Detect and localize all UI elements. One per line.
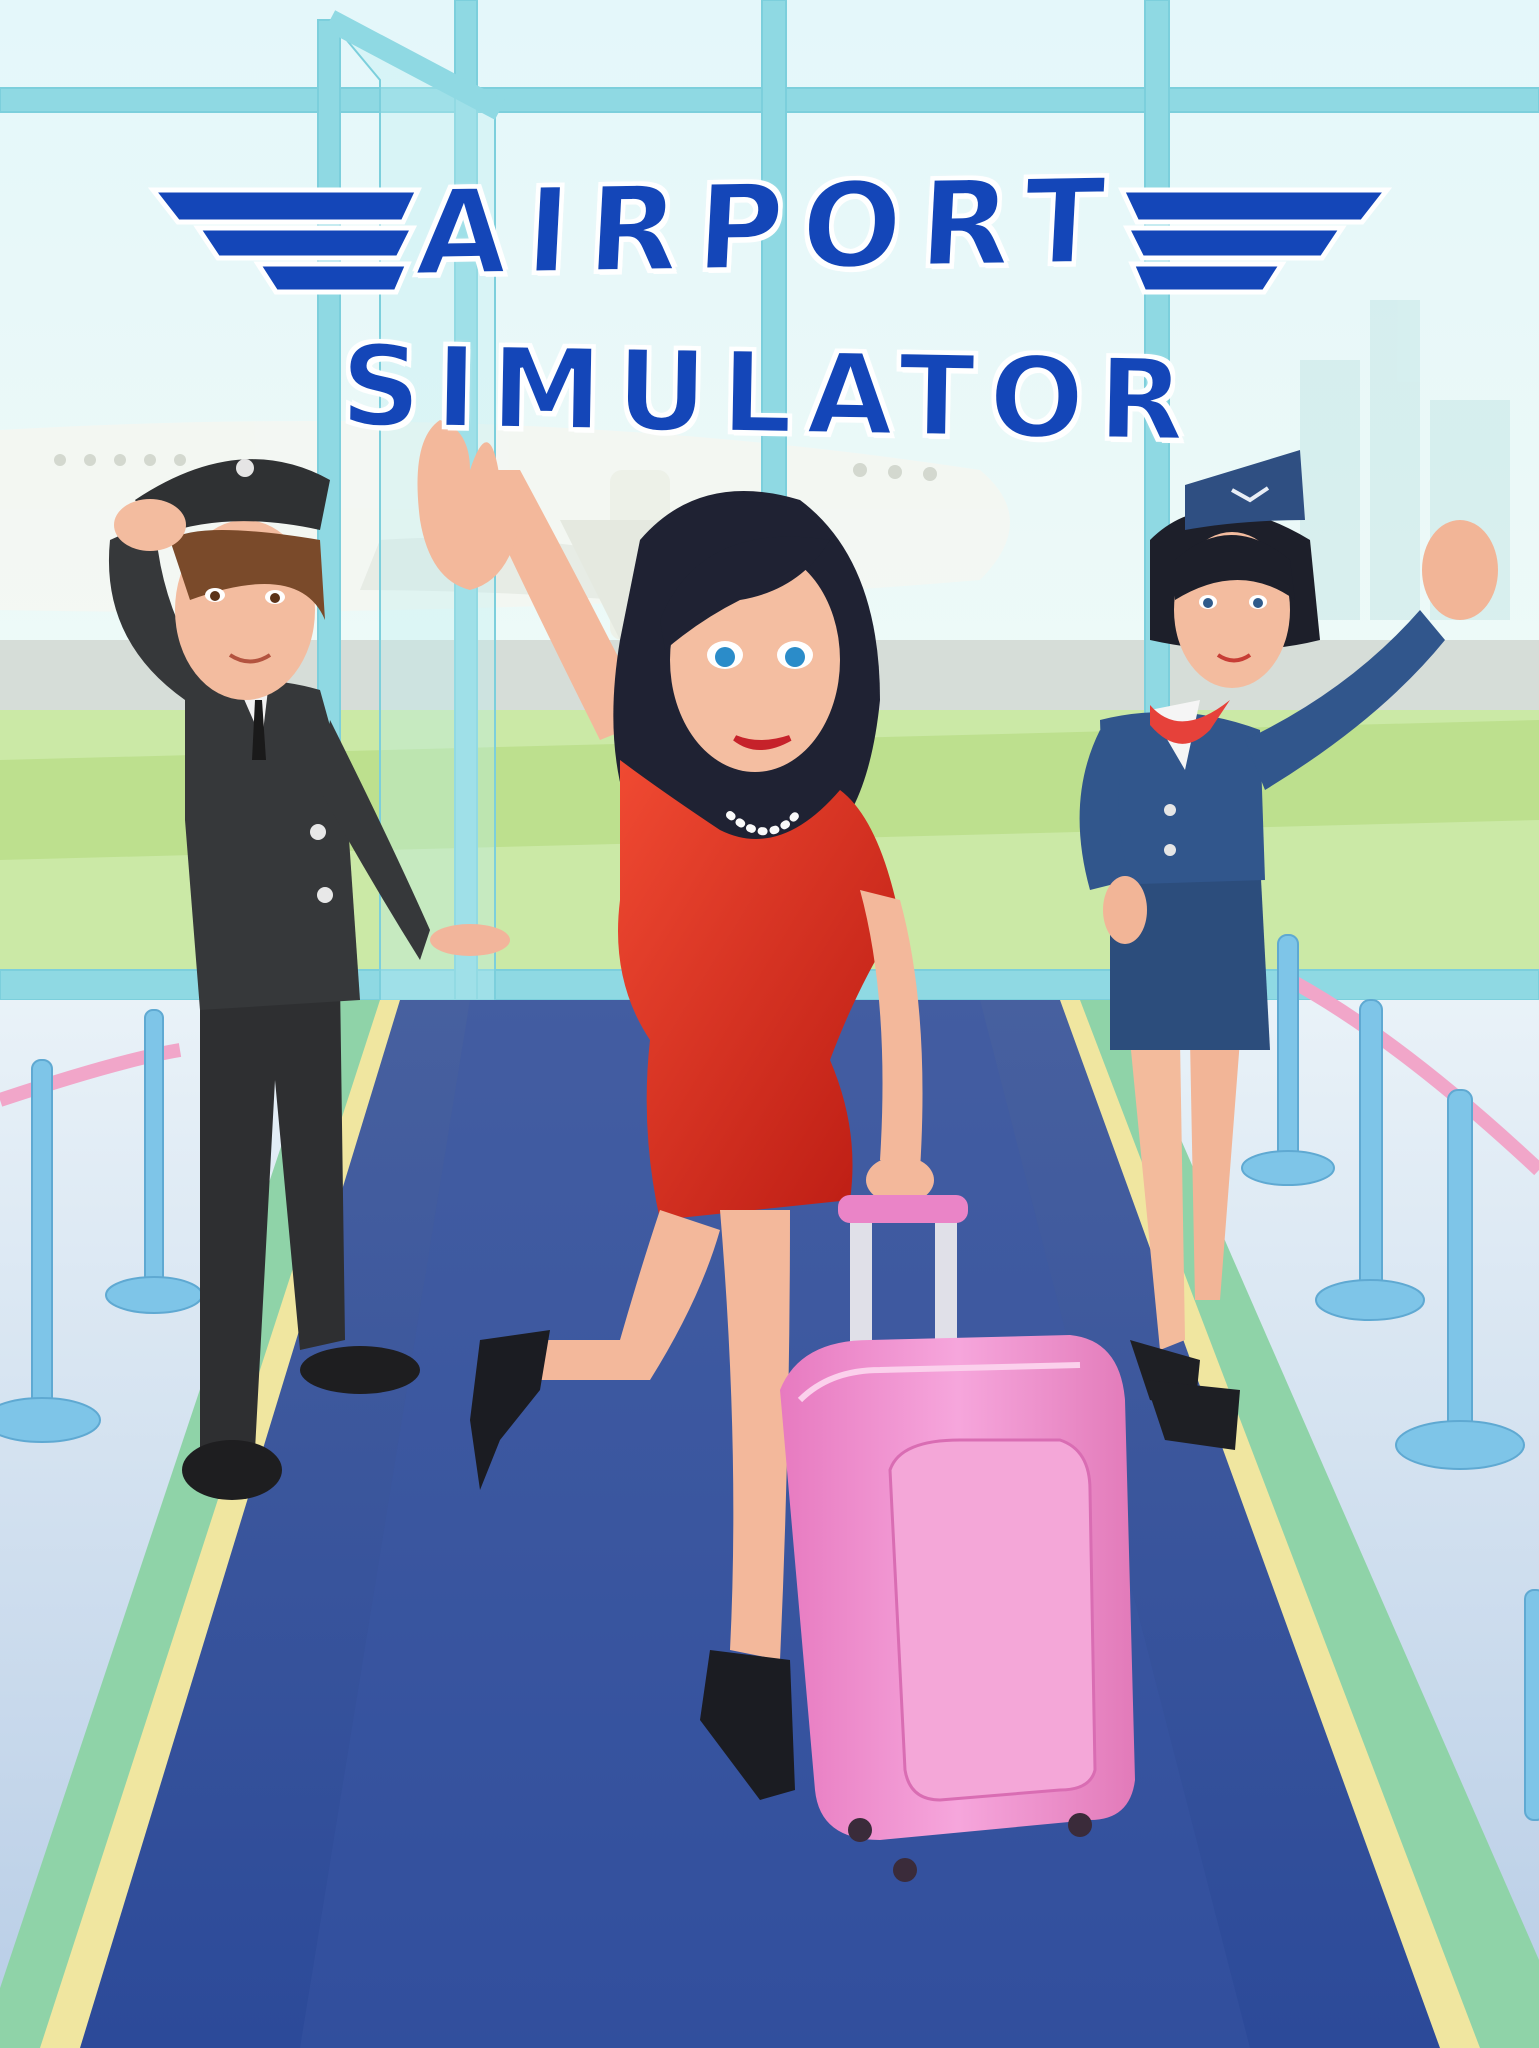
airport-terminal-scene <box>0 0 1539 2048</box>
